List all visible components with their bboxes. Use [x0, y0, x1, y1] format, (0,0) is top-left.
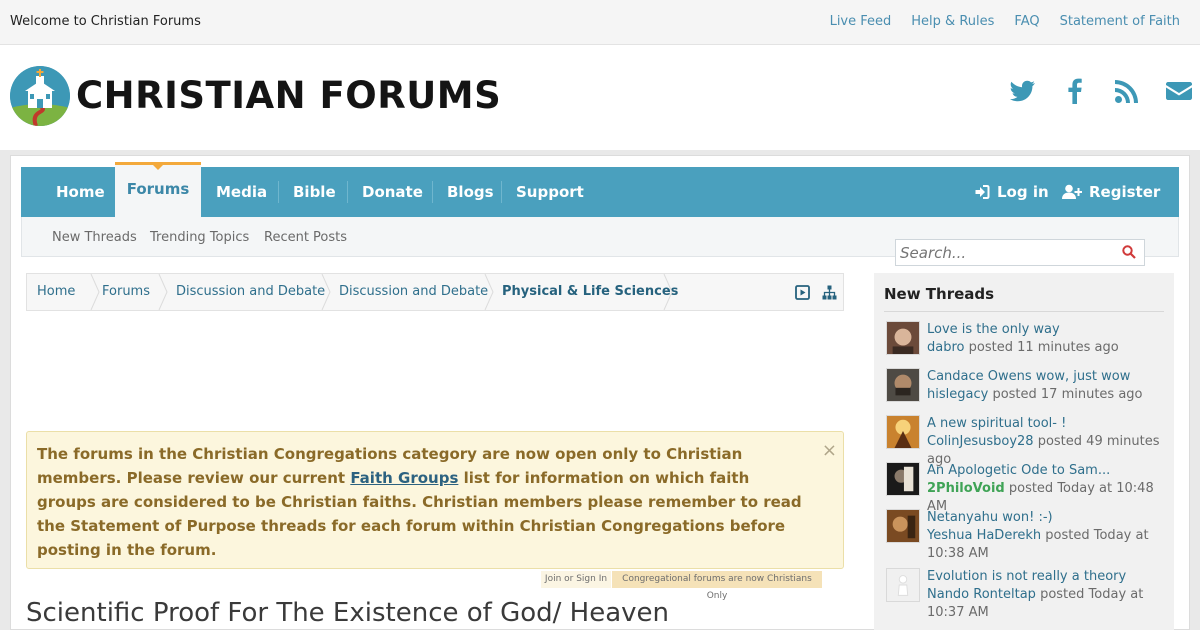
sign-in-icon [975, 185, 990, 199]
breadcrumb: Home Forums Discussion and Debate Discus… [26, 273, 844, 311]
nav-support[interactable]: Support [516, 167, 584, 217]
thread-time: 17 minutes ago [1040, 387, 1143, 402]
notice-text: The forums in the Christian Congregation… [37, 442, 807, 562]
site-header: CHRISTIAN FORUMS [0, 46, 1200, 150]
nav-home[interactable]: Home [56, 167, 105, 217]
faq-link[interactable]: FAQ [1014, 14, 1039, 29]
register-button[interactable]: Register [1062, 167, 1160, 217]
subnav-trending-topics[interactable]: Trending Topics [150, 230, 249, 245]
breadcrumb-discussion-debate-sub[interactable]: Discussion and Debate [339, 274, 488, 310]
thread-title[interactable]: Netanyahu won! :-) [927, 509, 1169, 527]
church-logo-icon[interactable] [10, 66, 70, 126]
avatar[interactable] [886, 509, 920, 543]
active-caret-icon [152, 164, 164, 170]
sidebar-title: New Threads [884, 285, 995, 303]
nav-divider [278, 181, 279, 203]
rss-icon[interactable] [1112, 76, 1142, 106]
login-label: Log in [997, 183, 1049, 201]
nav-divider [347, 181, 348, 203]
sitemap-icon[interactable] [822, 285, 837, 300]
statement-of-faith-link[interactable]: Statement of Faith [1060, 14, 1180, 29]
thread-user[interactable]: hislegacy [927, 387, 988, 402]
login-button[interactable]: Log in [974, 167, 1049, 217]
thread-title[interactable]: Love is the only way [927, 321, 1169, 339]
posted-label: posted [1037, 434, 1083, 449]
default-avatar-icon[interactable] [886, 568, 920, 602]
nav-blogs[interactable]: Blogs [447, 167, 494, 217]
social-links [1008, 76, 1194, 106]
nav-bible[interactable]: Bible [293, 167, 336, 217]
breadcrumb-separator-icon [321, 274, 331, 310]
breadcrumb-home[interactable]: Home [37, 274, 75, 310]
close-icon[interactable]: × [822, 442, 837, 460]
twitter-icon[interactable] [1008, 76, 1038, 106]
subnav-recent-posts[interactable]: Recent Posts [264, 230, 347, 245]
thread-title[interactable]: Candace Owens wow, just wow [927, 368, 1169, 386]
thread-user[interactable]: Nando Ronteltap [927, 587, 1036, 602]
facebook-icon[interactable] [1060, 76, 1090, 106]
breadcrumb-forums[interactable]: Forums [102, 274, 150, 310]
posted-label: posted [992, 387, 1037, 402]
thread-user[interactable]: dabro [927, 340, 964, 355]
posted-label: posted [968, 340, 1013, 355]
breadcrumb-physical-life-sciences[interactable]: Physical & Life Sciences [502, 274, 678, 310]
avatar[interactable] [886, 415, 920, 449]
mail-icon[interactable] [1164, 76, 1194, 106]
thread-user[interactable]: ColinJesusboy28 [927, 434, 1034, 449]
thread-time: 11 minutes ago [1017, 340, 1119, 355]
top-links: Live Feed Help & Rules FAQ Statement of … [830, 14, 1180, 29]
breadcrumb-separator-icon [90, 274, 100, 310]
nav-forums[interactable]: Forums [115, 162, 201, 217]
faith-groups-link[interactable]: Faith Groups [350, 469, 458, 487]
thread-user[interactable]: 2PhiloVoid [927, 481, 1005, 496]
user-plus-icon [1062, 184, 1082, 199]
thread-title[interactable]: Evolution is not really a theory [927, 568, 1169, 586]
sidebar-new-threads: New Threads Love is the only way dabro p… [874, 273, 1174, 630]
posted-label: posted [1040, 587, 1085, 602]
welcome-text: Welcome to Christian Forums [10, 14, 201, 29]
search-box [895, 239, 1145, 266]
nav-divider [432, 181, 433, 203]
breadcrumb-discussion-debate[interactable]: Discussion and Debate [176, 274, 325, 310]
avatar[interactable] [886, 462, 920, 496]
join-sign-in-tab[interactable]: Join or Sign In [541, 571, 611, 588]
posted-label: posted [1045, 528, 1090, 543]
play-icon[interactable] [795, 285, 810, 300]
avatar[interactable] [886, 368, 920, 402]
avatar[interactable] [886, 321, 920, 355]
subnav-new-threads[interactable]: New Threads [52, 230, 137, 245]
live-feed-link[interactable]: Live Feed [830, 14, 892, 29]
congregational-notice-tab[interactable]: Congregational forums are now Christians… [612, 571, 822, 601]
help-rules-link[interactable]: Help & Rules [911, 14, 994, 29]
nav-forums-label: Forums [126, 180, 190, 198]
site-title[interactable]: CHRISTIAN FORUMS [76, 74, 501, 117]
search-input[interactable] [896, 240, 1106, 265]
thread-title[interactable]: A new spiritual tool- ! [927, 415, 1169, 433]
breadcrumb-separator-icon [158, 274, 168, 310]
nav-divider [501, 181, 502, 203]
nav-media[interactable]: Media [216, 167, 267, 217]
notice-banner: The forums in the Christian Congregation… [26, 431, 844, 569]
sidebar-divider [884, 311, 1164, 312]
breadcrumb-separator-icon [484, 274, 494, 310]
nav-donate[interactable]: Donate [362, 167, 423, 217]
breadcrumb-separator-icon [663, 274, 673, 310]
thread-title[interactable]: An Apologetic Ode to Sam... [927, 462, 1169, 480]
posted-label: posted [1008, 481, 1054, 496]
register-label: Register [1089, 183, 1161, 201]
search-icon[interactable] [1122, 245, 1136, 259]
thread-user[interactable]: Yeshua HaDerekh [927, 528, 1041, 543]
top-bar: Welcome to Christian Forums Live Feed He… [0, 0, 1200, 45]
page-title: Scientific Proof For The Existence of Go… [26, 598, 669, 628]
